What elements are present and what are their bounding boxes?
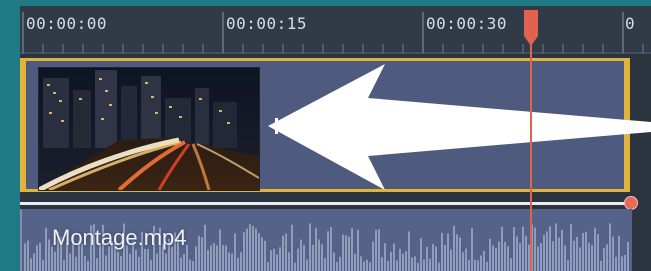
time-ruler[interactable]: 00:00:00 00:00:15 00:00:30 0 [20, 6, 651, 54]
trim-handle-left[interactable] [20, 58, 26, 192]
timeline-editor: 00:00:00 00:00:15 00:00:30 0 Montage.mp4 [20, 6, 651, 271]
trim-handle-right[interactable] [624, 58, 630, 192]
timecode-label: 00:00:15 [226, 14, 308, 33]
timecode-label: 00:00:00 [26, 14, 108, 33]
audio-clip-name: Montage.mp4 [52, 225, 187, 250]
video-clip[interactable] [20, 58, 630, 192]
ruler-ticks [20, 12, 651, 54]
timecode-label: 0 [625, 14, 636, 33]
clip-thumbnail [38, 67, 260, 191]
volume-line[interactable] [20, 202, 632, 205]
playhead-line[interactable] [530, 16, 532, 271]
volume-handle[interactable] [624, 196, 638, 210]
timecode-label: 00:00:30 [426, 14, 508, 33]
playhead-handle[interactable] [522, 10, 540, 50]
audio-clip[interactable]: Montage.mp4 [20, 209, 632, 271]
